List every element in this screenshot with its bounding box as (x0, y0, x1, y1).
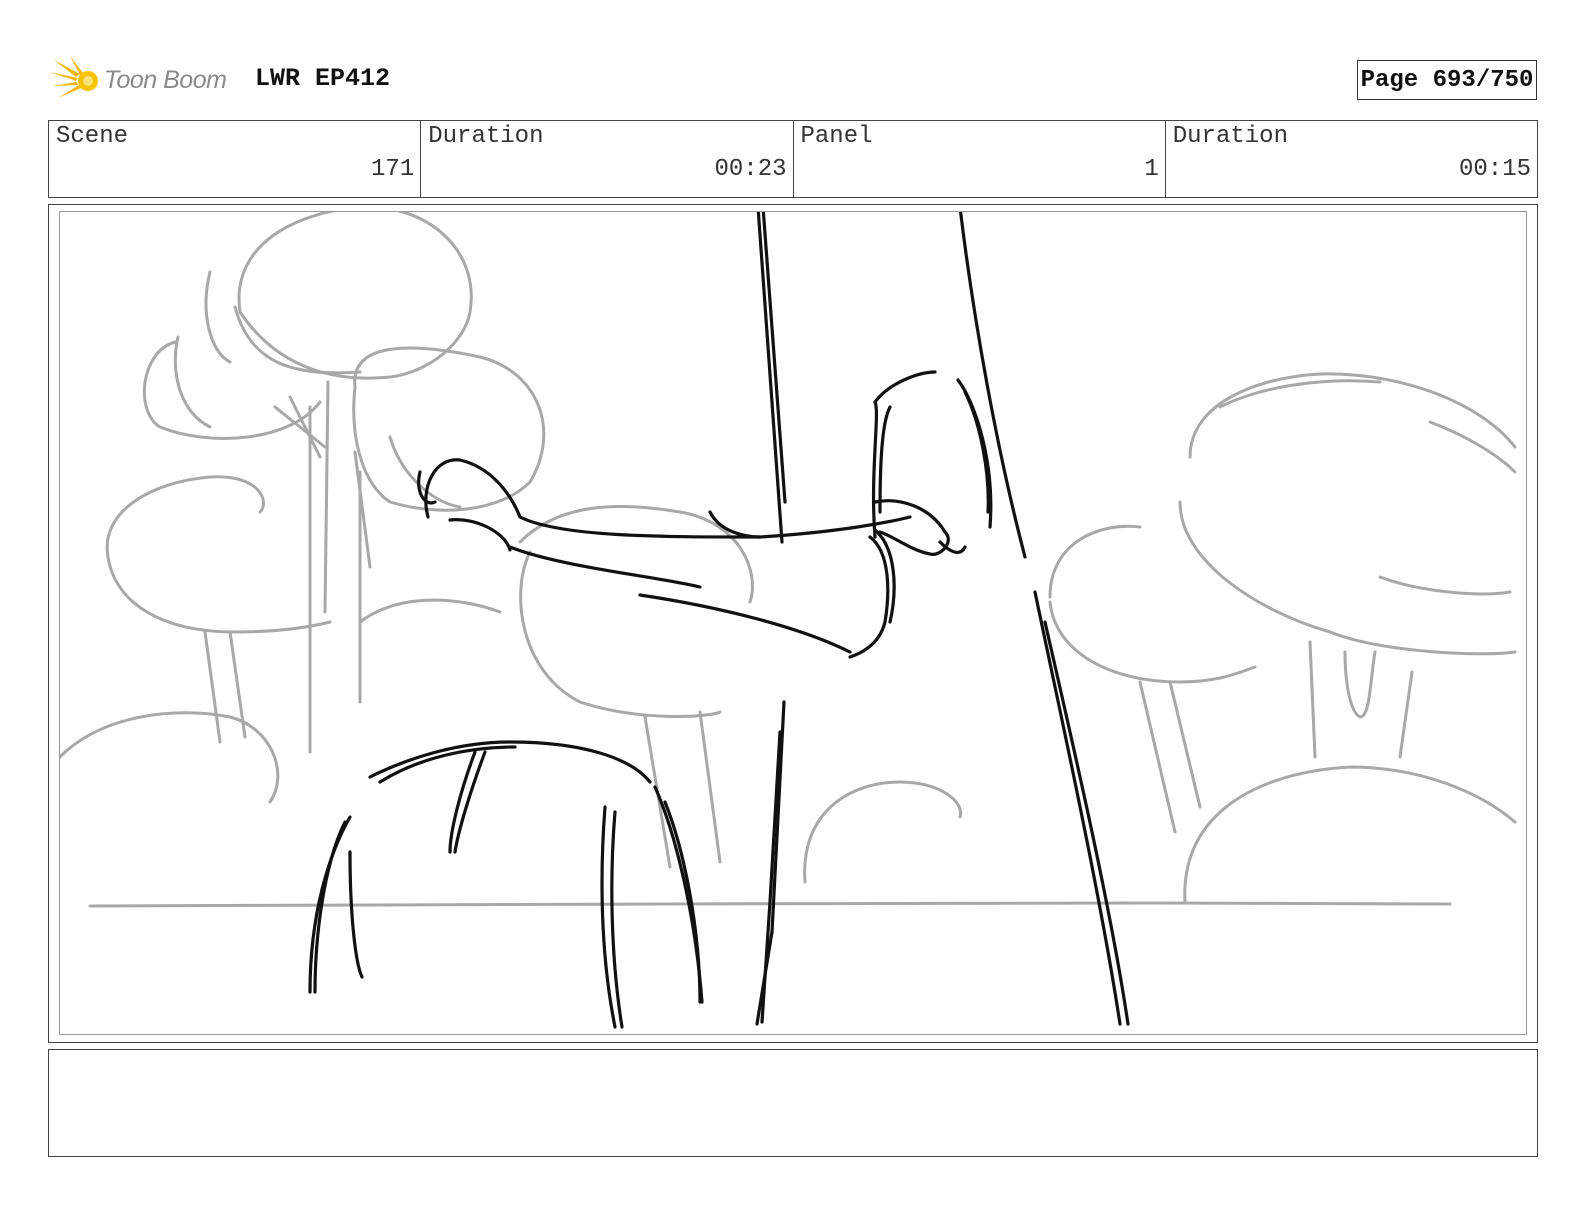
scene-info-table: Scene 171 Duration 00:23 Panel 1 Duratio… (48, 120, 1538, 198)
panel-notes-box (48, 1049, 1538, 1157)
scene-duration-label: Duration (428, 123, 544, 150)
logo-text: Toon Boom (104, 66, 227, 94)
toon-boom-logo: Toon Boom (50, 54, 240, 106)
panel-value: 1 (1144, 156, 1159, 183)
scene-label: Scene (56, 123, 129, 150)
page-number: Page 693/750 (1357, 60, 1537, 100)
background-trees-sketch (60, 212, 1517, 908)
panel-duration-label: Duration (1172, 123, 1288, 150)
scene-duration-value: 00:23 (714, 156, 787, 183)
project-title: LWR EP412 (255, 64, 391, 93)
scene-duration-cell: Duration 00:23 (421, 121, 794, 197)
panel-label: Panel (800, 123, 873, 150)
scene-cell: Scene 171 (49, 121, 422, 197)
storyboard-sketch (60, 212, 1517, 1029)
panel-drawing (59, 211, 1527, 1035)
toon-boom-star-icon (50, 56, 98, 98)
scene-value: 171 (371, 156, 415, 183)
panel-cell: Panel 1 (794, 121, 1166, 197)
panel-duration-cell: Duration 00:15 (1166, 121, 1537, 197)
panel-duration-value: 00:15 (1458, 156, 1531, 183)
